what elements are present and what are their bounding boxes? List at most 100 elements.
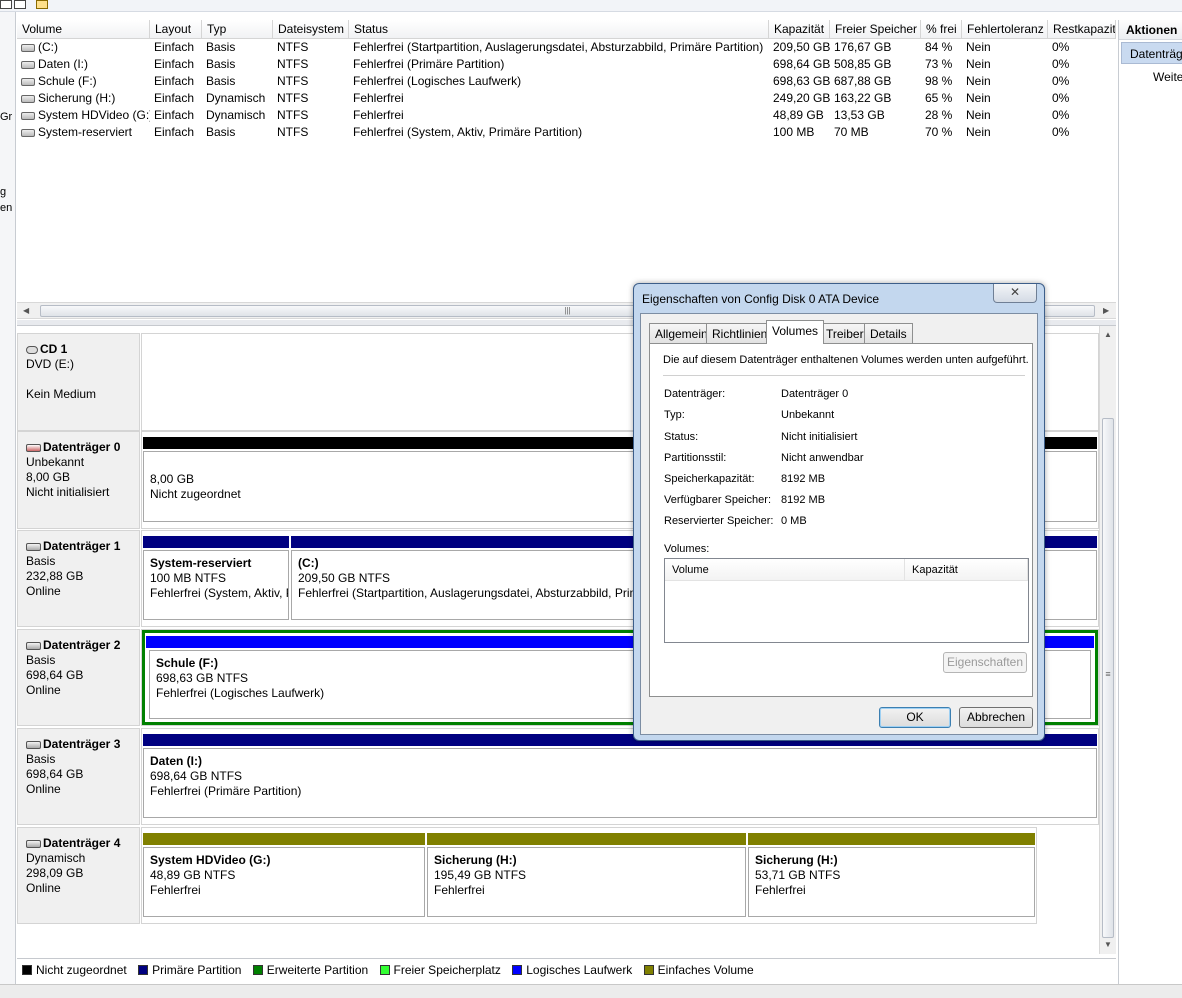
table-cell[interactable]: 0% [1048, 107, 1116, 124]
table-cell[interactable]: Einfach [150, 73, 202, 90]
column-header-freier-speicher[interactable]: Freier Speicher [830, 20, 921, 39]
table-cell[interactable]: 0% [1048, 90, 1116, 107]
table-cell[interactable]: 84 % [921, 39, 962, 56]
partition[interactable]: Daten (I:) 698,64 GB NTFS Fehlerfrei (Pr… [142, 729, 1098, 824]
table-cell[interactable]: Einfach [150, 56, 202, 73]
partition-box[interactable]: Sicherung (H:) 195,49 GB NTFS Fehlerfrei [427, 847, 746, 917]
nav-text[interactable]: en [0, 202, 15, 214]
volume-name-cell[interactable]: Sicherung (H:) [17, 90, 150, 107]
table-cell[interactable]: Fehlerfrei (Logisches Laufwerk) [349, 73, 769, 90]
scroll-right-icon[interactable]: ▶ [1103, 306, 1109, 315]
table-cell[interactable]: Fehlerfrei [349, 107, 769, 124]
disk-label[interactable]: Datenträger 2 Basis 698,64 GB Online [17, 629, 140, 726]
table-cell[interactable]: Nein [962, 90, 1048, 107]
more-actions-link[interactable]: Weitere Aktionen [1153, 70, 1182, 84]
table-cell[interactable]: Fehlerfrei (System, Aktiv, Primäre Parti… [349, 124, 769, 141]
table-cell[interactable]: 73 % [921, 56, 962, 73]
table-cell[interactable]: 508,85 GB [830, 56, 921, 73]
table-cell[interactable]: Basis [202, 56, 273, 73]
vertical-scrollbar[interactable]: ▲ ≡ ▼ [1099, 326, 1116, 954]
volume-name-cell[interactable]: Daten (I:) [17, 56, 150, 73]
table-cell[interactable]: 0% [1048, 124, 1116, 141]
cancel-button[interactable]: Abbrechen [959, 707, 1033, 728]
tab-treiber[interactable]: Treiber [820, 323, 870, 343]
disk-label[interactable]: Datenträger 4 Dynamisch 298,09 GB Online [17, 827, 140, 924]
table-cell[interactable]: Dynamisch [202, 90, 273, 107]
table-cell[interactable]: Einfach [150, 90, 202, 107]
scroll-thumb[interactable]: ≡ [1102, 418, 1114, 938]
volume-name-cell[interactable]: System-reserviert [17, 124, 150, 141]
table-cell[interactable]: NTFS [273, 90, 349, 107]
table-cell[interactable]: 98 % [921, 73, 962, 90]
table-cell[interactable]: 28 % [921, 107, 962, 124]
table-cell[interactable]: NTFS [273, 56, 349, 73]
partition[interactable]: System-reserviert 100 MB NTFS Fehlerfrei… [142, 531, 290, 626]
table-cell[interactable]: Einfach [150, 39, 202, 56]
disk-label[interactable]: CD 1 DVD (E:) Kein Medium [17, 333, 140, 431]
table-cell[interactable]: Fehlerfrei (Primäre Partition) [349, 56, 769, 73]
scroll-down-icon[interactable]: ▼ [1104, 940, 1112, 949]
close-icon[interactable]: ✕ [993, 284, 1037, 303]
scroll-left-icon[interactable]: ◀ [23, 306, 29, 315]
column-header-kapazitaet[interactable]: Kapazität [769, 20, 830, 39]
table-cell[interactable]: 176,67 GB [830, 39, 921, 56]
table-cell[interactable]: NTFS [273, 107, 349, 124]
column-header-prozent-frei[interactable]: % frei [921, 20, 962, 39]
table-cell[interactable]: 70 MB [830, 124, 921, 141]
disk-label[interactable]: Datenträger 0 Unbekannt 8,00 GB Nicht in… [17, 431, 140, 529]
table-cell[interactable]: Basis [202, 124, 273, 141]
disk-label[interactable]: Datenträger 1 Basis 232,88 GB Online [17, 530, 140, 627]
column-header-volume[interactable]: Volume [17, 20, 150, 39]
table-cell[interactable]: Nein [962, 124, 1048, 141]
table-cell[interactable]: 249,20 GB [769, 90, 830, 107]
settings-icon[interactable] [36, 0, 48, 9]
table-cell[interactable]: 698,63 GB [769, 73, 830, 90]
tab-allgemein[interactable]: Allgemein [649, 323, 714, 343]
table-cell[interactable]: 70 % [921, 124, 962, 141]
column-header-kapazitaet[interactable]: Kapazität [905, 559, 1028, 581]
partition[interactable]: System HDVideo (G:) 48,89 GB NTFS Fehler… [142, 828, 426, 923]
table-cell[interactable]: NTFS [273, 73, 349, 90]
ok-button[interactable]: OK [879, 707, 951, 728]
table-cell[interactable]: Nein [962, 39, 1048, 56]
table-cell[interactable]: 687,88 GB [830, 73, 921, 90]
table-cell[interactable]: Nein [962, 73, 1048, 90]
partition-box[interactable]: Daten (I:) 698,64 GB NTFS Fehlerfrei (Pr… [143, 748, 1097, 818]
partition[interactable]: Sicherung (H:) 195,49 GB NTFS Fehlerfrei [426, 828, 747, 923]
column-header-fehlertoleranz[interactable]: Fehlertoleranz [962, 20, 1048, 39]
table-cell[interactable]: 0% [1048, 73, 1116, 90]
table-cell[interactable]: NTFS [273, 124, 349, 141]
column-header-layout[interactable]: Layout [150, 20, 202, 39]
properties-button[interactable]: Eigenschaften [943, 652, 1027, 673]
table-cell[interactable]: 0% [1048, 39, 1116, 56]
table-cell[interactable]: Nein [962, 56, 1048, 73]
table-cell[interactable]: 100 MB [769, 124, 830, 141]
table-cell[interactable]: 698,64 GB [769, 56, 830, 73]
disk-label[interactable]: Datenträger 3 Basis 698,64 GB Online [17, 728, 140, 825]
nav-text[interactable]: g [0, 186, 15, 198]
table-cell[interactable]: Fehlerfrei [349, 90, 769, 107]
volumes-table[interactable]: Volume Kapazität [664, 558, 1029, 643]
table-cell[interactable]: Basis [202, 39, 273, 56]
table-cell[interactable]: 65 % [921, 90, 962, 107]
table-cell[interactable]: 163,22 GB [830, 90, 921, 107]
table-cell[interactable]: 13,53 GB [830, 107, 921, 124]
table-cell[interactable]: Einfach [150, 107, 202, 124]
partition-box[interactable]: Sicherung (H:) 53,71 GB NTFS Fehlerfrei [748, 847, 1035, 917]
list-icon[interactable] [14, 0, 26, 9]
table-cell[interactable]: NTFS [273, 39, 349, 56]
table-cell[interactable]: Dynamisch [202, 107, 273, 124]
scroll-up-icon[interactable]: ▲ [1104, 330, 1112, 339]
partition-box[interactable]: System HDVideo (G:) 48,89 GB NTFS Fehler… [143, 847, 425, 917]
tab-details[interactable]: Details [864, 323, 913, 343]
actions-section-disk[interactable]: Datenträger 0 [1121, 42, 1182, 64]
column-header-status[interactable]: Status [349, 20, 769, 39]
column-header-dateisystem[interactable]: Dateisystem [273, 20, 349, 39]
table-cell[interactable]: Einfach [150, 124, 202, 141]
table-cell[interactable]: Basis [202, 73, 273, 90]
volume-name-cell[interactable]: System HDVideo (G:) [17, 107, 150, 124]
toolbar-icon[interactable] [0, 0, 12, 9]
column-header-restkapazitaet[interactable]: Restkapazit [1048, 20, 1116, 39]
table-cell[interactable]: Nein [962, 107, 1048, 124]
partition[interactable]: Sicherung (H:) 53,71 GB NTFS Fehlerfrei [747, 828, 1036, 923]
